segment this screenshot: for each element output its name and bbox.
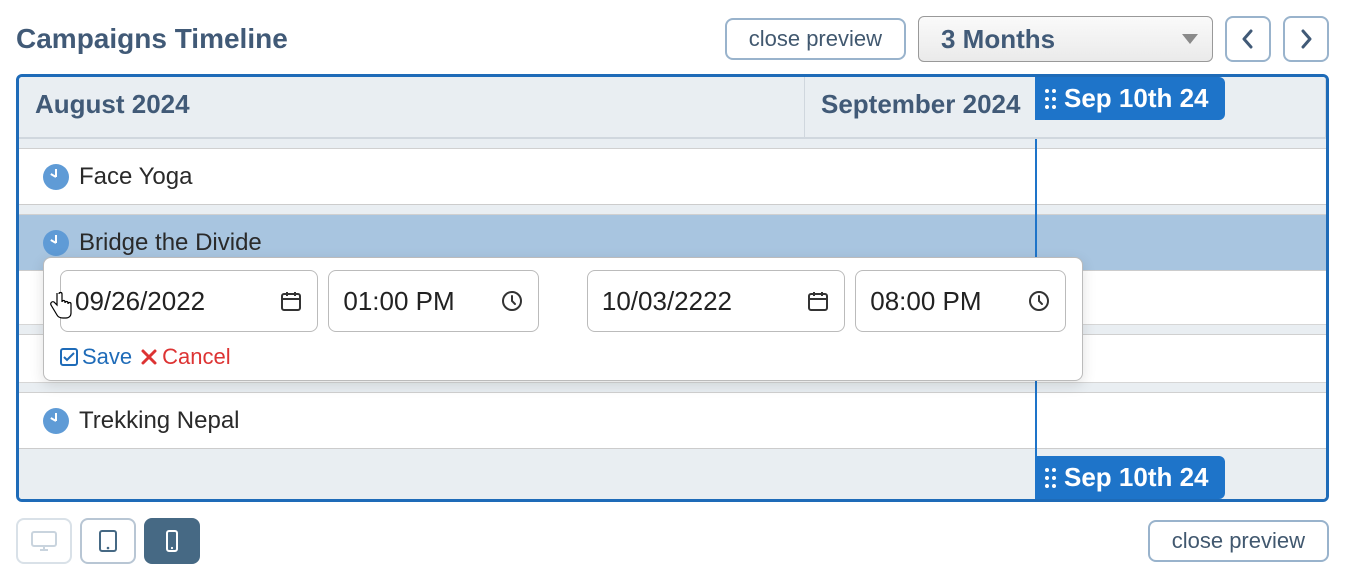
save-label: Save (82, 344, 132, 370)
chevron-right-icon (1298, 29, 1314, 49)
marker-chip-bottom[interactable]: Sep 10th 24 (1035, 456, 1225, 499)
timeline-frame: August 2024 September 2024 Face Yoga Bri… (16, 74, 1329, 502)
marker-label: Sep 10th 24 (1064, 462, 1209, 493)
month-cell-first: August 2024 (19, 77, 805, 137)
clock-icon (43, 230, 69, 256)
checkbox-checked-icon (60, 348, 78, 366)
marker-label: Sep 10th 24 (1064, 83, 1209, 114)
cancel-button[interactable]: Cancel (140, 344, 230, 370)
cancel-label: Cancel (162, 344, 230, 370)
drag-handle-icon (1045, 89, 1056, 109)
row-gap (19, 205, 1326, 215)
desktop-view-button[interactable] (16, 518, 72, 564)
clock-icon (43, 408, 69, 434)
drag-handle-icon (1045, 468, 1056, 488)
end-date-value: 10/03/2222 (602, 286, 732, 317)
calendar-icon (279, 289, 303, 313)
row-gap (19, 383, 1326, 393)
close-preview-button-footer[interactable]: close preview (1148, 520, 1329, 562)
start-date-input[interactable]: 09/26/2022 (60, 270, 318, 332)
popover-actions: Save Cancel (60, 344, 1066, 370)
prev-button[interactable] (1225, 16, 1271, 62)
clock-outline-icon (500, 289, 524, 313)
row-label: Trekking Nepal (79, 407, 240, 435)
start-time-value: 01:00 PM (343, 286, 454, 317)
clock-icon (43, 164, 69, 190)
row-label: Bridge the Divide (79, 229, 262, 257)
timeline-rows: Face Yoga Bridge the Divide Trekking Nep… (19, 139, 1326, 499)
chevron-left-icon (1240, 29, 1256, 49)
date-range-popover: 09/26/2022 01:00 PM 10/03/2222 08:00 PM (43, 257, 1083, 381)
gantt-row-trekking-nepal[interactable]: Trekking Nepal (19, 393, 1326, 449)
tablet-view-button[interactable] (80, 518, 136, 564)
row-label: Face Yoga (79, 163, 192, 191)
timeline-header: Campaigns Timeline close preview 3 Month… (16, 16, 1329, 62)
marker-chip-top[interactable]: Sep 10th 24 (1035, 77, 1225, 120)
end-date-input[interactable]: 10/03/2222 (587, 270, 845, 332)
calendar-icon (806, 289, 830, 313)
range-select[interactable]: 3 Months (918, 16, 1213, 62)
footer: close preview (16, 518, 1329, 564)
end-time-value: 08:00 PM (870, 286, 981, 317)
end-time-input[interactable]: 08:00 PM (855, 270, 1066, 332)
page-title: Campaigns Timeline (16, 23, 713, 55)
close-preview-button[interactable]: close preview (725, 18, 906, 60)
x-icon (140, 348, 158, 366)
save-button[interactable]: Save (60, 344, 132, 370)
start-date-value: 09/26/2022 (75, 286, 205, 317)
gantt-row-face-yoga[interactable]: Face Yoga (19, 149, 1326, 205)
chevron-down-icon (1182, 34, 1198, 44)
desktop-icon (30, 529, 58, 553)
mobile-view-button[interactable] (144, 518, 200, 564)
row-gap (19, 139, 1326, 149)
start-time-input[interactable]: 01:00 PM (328, 270, 539, 332)
range-select-label: 3 Months (941, 24, 1055, 55)
next-button[interactable] (1283, 16, 1329, 62)
popover-inputs: 09/26/2022 01:00 PM 10/03/2222 08:00 PM (60, 270, 1066, 332)
mobile-icon (158, 529, 186, 553)
tablet-icon (94, 529, 122, 553)
clock-outline-icon (1027, 289, 1051, 313)
